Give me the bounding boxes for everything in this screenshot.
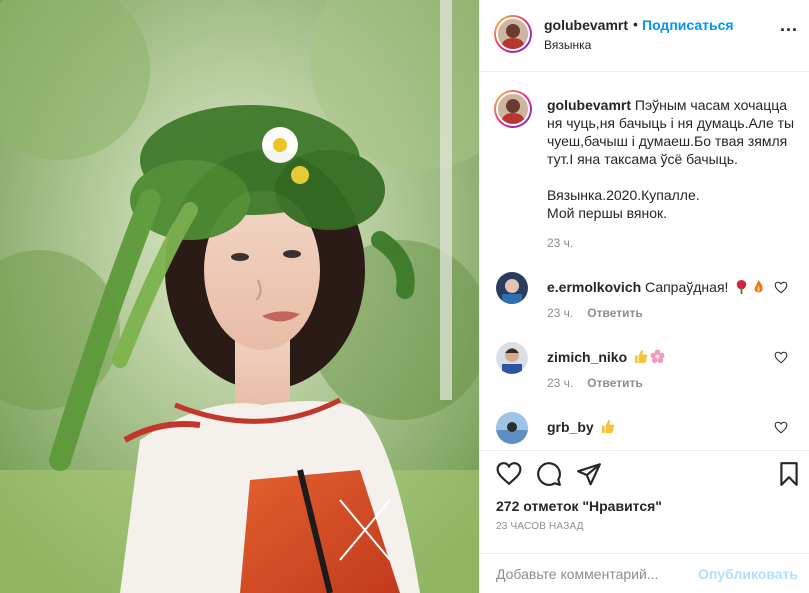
rose-icon	[737, 279, 747, 294]
caption-time[interactable]: 23 ч.	[547, 236, 573, 250]
publish-button[interactable]: Опубликовать	[698, 566, 798, 582]
author-avatar[interactable]	[494, 15, 532, 53]
comment-text: e.ermolkovich Сапраўдная!	[547, 278, 797, 296]
comment-time[interactable]: 23 ч.	[547, 376, 573, 390]
like-heart-icon[interactable]	[496, 461, 522, 487]
comment-meta: 23 ч. Ответить	[547, 376, 643, 390]
caption-username[interactable]: golubevamrt	[547, 97, 631, 113]
comment-item: grb_by	[480, 412, 809, 450]
comment-username[interactable]: zimich_niko	[547, 349, 627, 365]
separator-dot: •	[633, 16, 638, 32]
comment-text: grb_by	[547, 418, 797, 436]
blossom-icon	[650, 349, 665, 364]
more-options-icon[interactable]: ...	[780, 15, 798, 36]
caption: golubevamrt Пэўным часам хочацца ня чуць…	[480, 90, 809, 260]
post-time[interactable]: 23 ЧАСОВ НАЗАД	[496, 521, 584, 532]
thumbs-up-icon	[634, 349, 648, 364]
commenter-avatar[interactable]	[496, 412, 528, 444]
post-photo-illustration	[0, 0, 479, 593]
likes-count[interactable]: 272 отметок "Нравится"	[496, 498, 662, 514]
comment-item: e.ermolkovich Сапраўдная! 23 ч. Ответить	[480, 272, 809, 332]
comment-username[interactable]: e.ermolkovich	[547, 279, 641, 295]
add-comment-bar: Добавьте комментарий... Опубликовать	[480, 553, 809, 593]
fire-icon	[754, 279, 763, 293]
caption-line-2: Вязынка.2020.Купалле.	[547, 187, 700, 203]
reply-button[interactable]: Ответить	[587, 376, 642, 390]
thumbs-up-icon	[601, 419, 614, 434]
like-comment-heart-icon[interactable]	[774, 351, 788, 364]
commenter-avatar[interactable]	[496, 272, 528, 304]
post-header: golubevamrt • Подписаться Вязынка ...	[480, 0, 809, 72]
caption-text: golubevamrt Пэўным часам хочацца ня чуць…	[547, 96, 797, 222]
comment-input[interactable]: Добавьте комментарий...	[496, 566, 658, 582]
post-side-panel: golubevamrt • Подписаться Вязынка ... go…	[479, 0, 809, 593]
comment-meta: 23 ч. Ответить	[547, 306, 643, 320]
post-photo[interactable]	[0, 0, 479, 593]
comment-username[interactable]: grb_by	[547, 419, 594, 435]
reply-button[interactable]: Ответить	[587, 306, 642, 320]
caption-avatar[interactable]	[494, 90, 532, 128]
comments-list[interactable]: golubevamrt Пэўным часам хочацца ня чуць…	[480, 72, 809, 450]
commenter-avatar[interactable]	[496, 342, 528, 374]
comment-time[interactable]: 23 ч.	[547, 306, 573, 320]
comment-item: zimich_niko 23 ч. Ответить	[480, 342, 809, 402]
like-comment-heart-icon[interactable]	[774, 281, 788, 294]
comment-body: Сапраўдная!	[645, 279, 729, 295]
caption-line-3: Мой першы вянок.	[547, 205, 668, 221]
caption-meta: 23 ч.	[547, 236, 573, 250]
like-comment-heart-icon[interactable]	[774, 421, 788, 434]
follow-button[interactable]: Подписаться	[642, 17, 734, 33]
save-bookmark-icon[interactable]	[776, 461, 802, 487]
comment-text: zimich_niko	[547, 348, 797, 366]
post-location[interactable]: Вязынка	[544, 38, 591, 52]
author-username[interactable]: golubevamrt	[544, 17, 628, 33]
share-paper-plane-icon[interactable]	[576, 461, 602, 487]
post-actions: 272 отметок "Нравится" 23 ЧАСОВ НАЗАД До…	[480, 450, 809, 593]
comment-bubble-icon[interactable]	[536, 461, 562, 487]
